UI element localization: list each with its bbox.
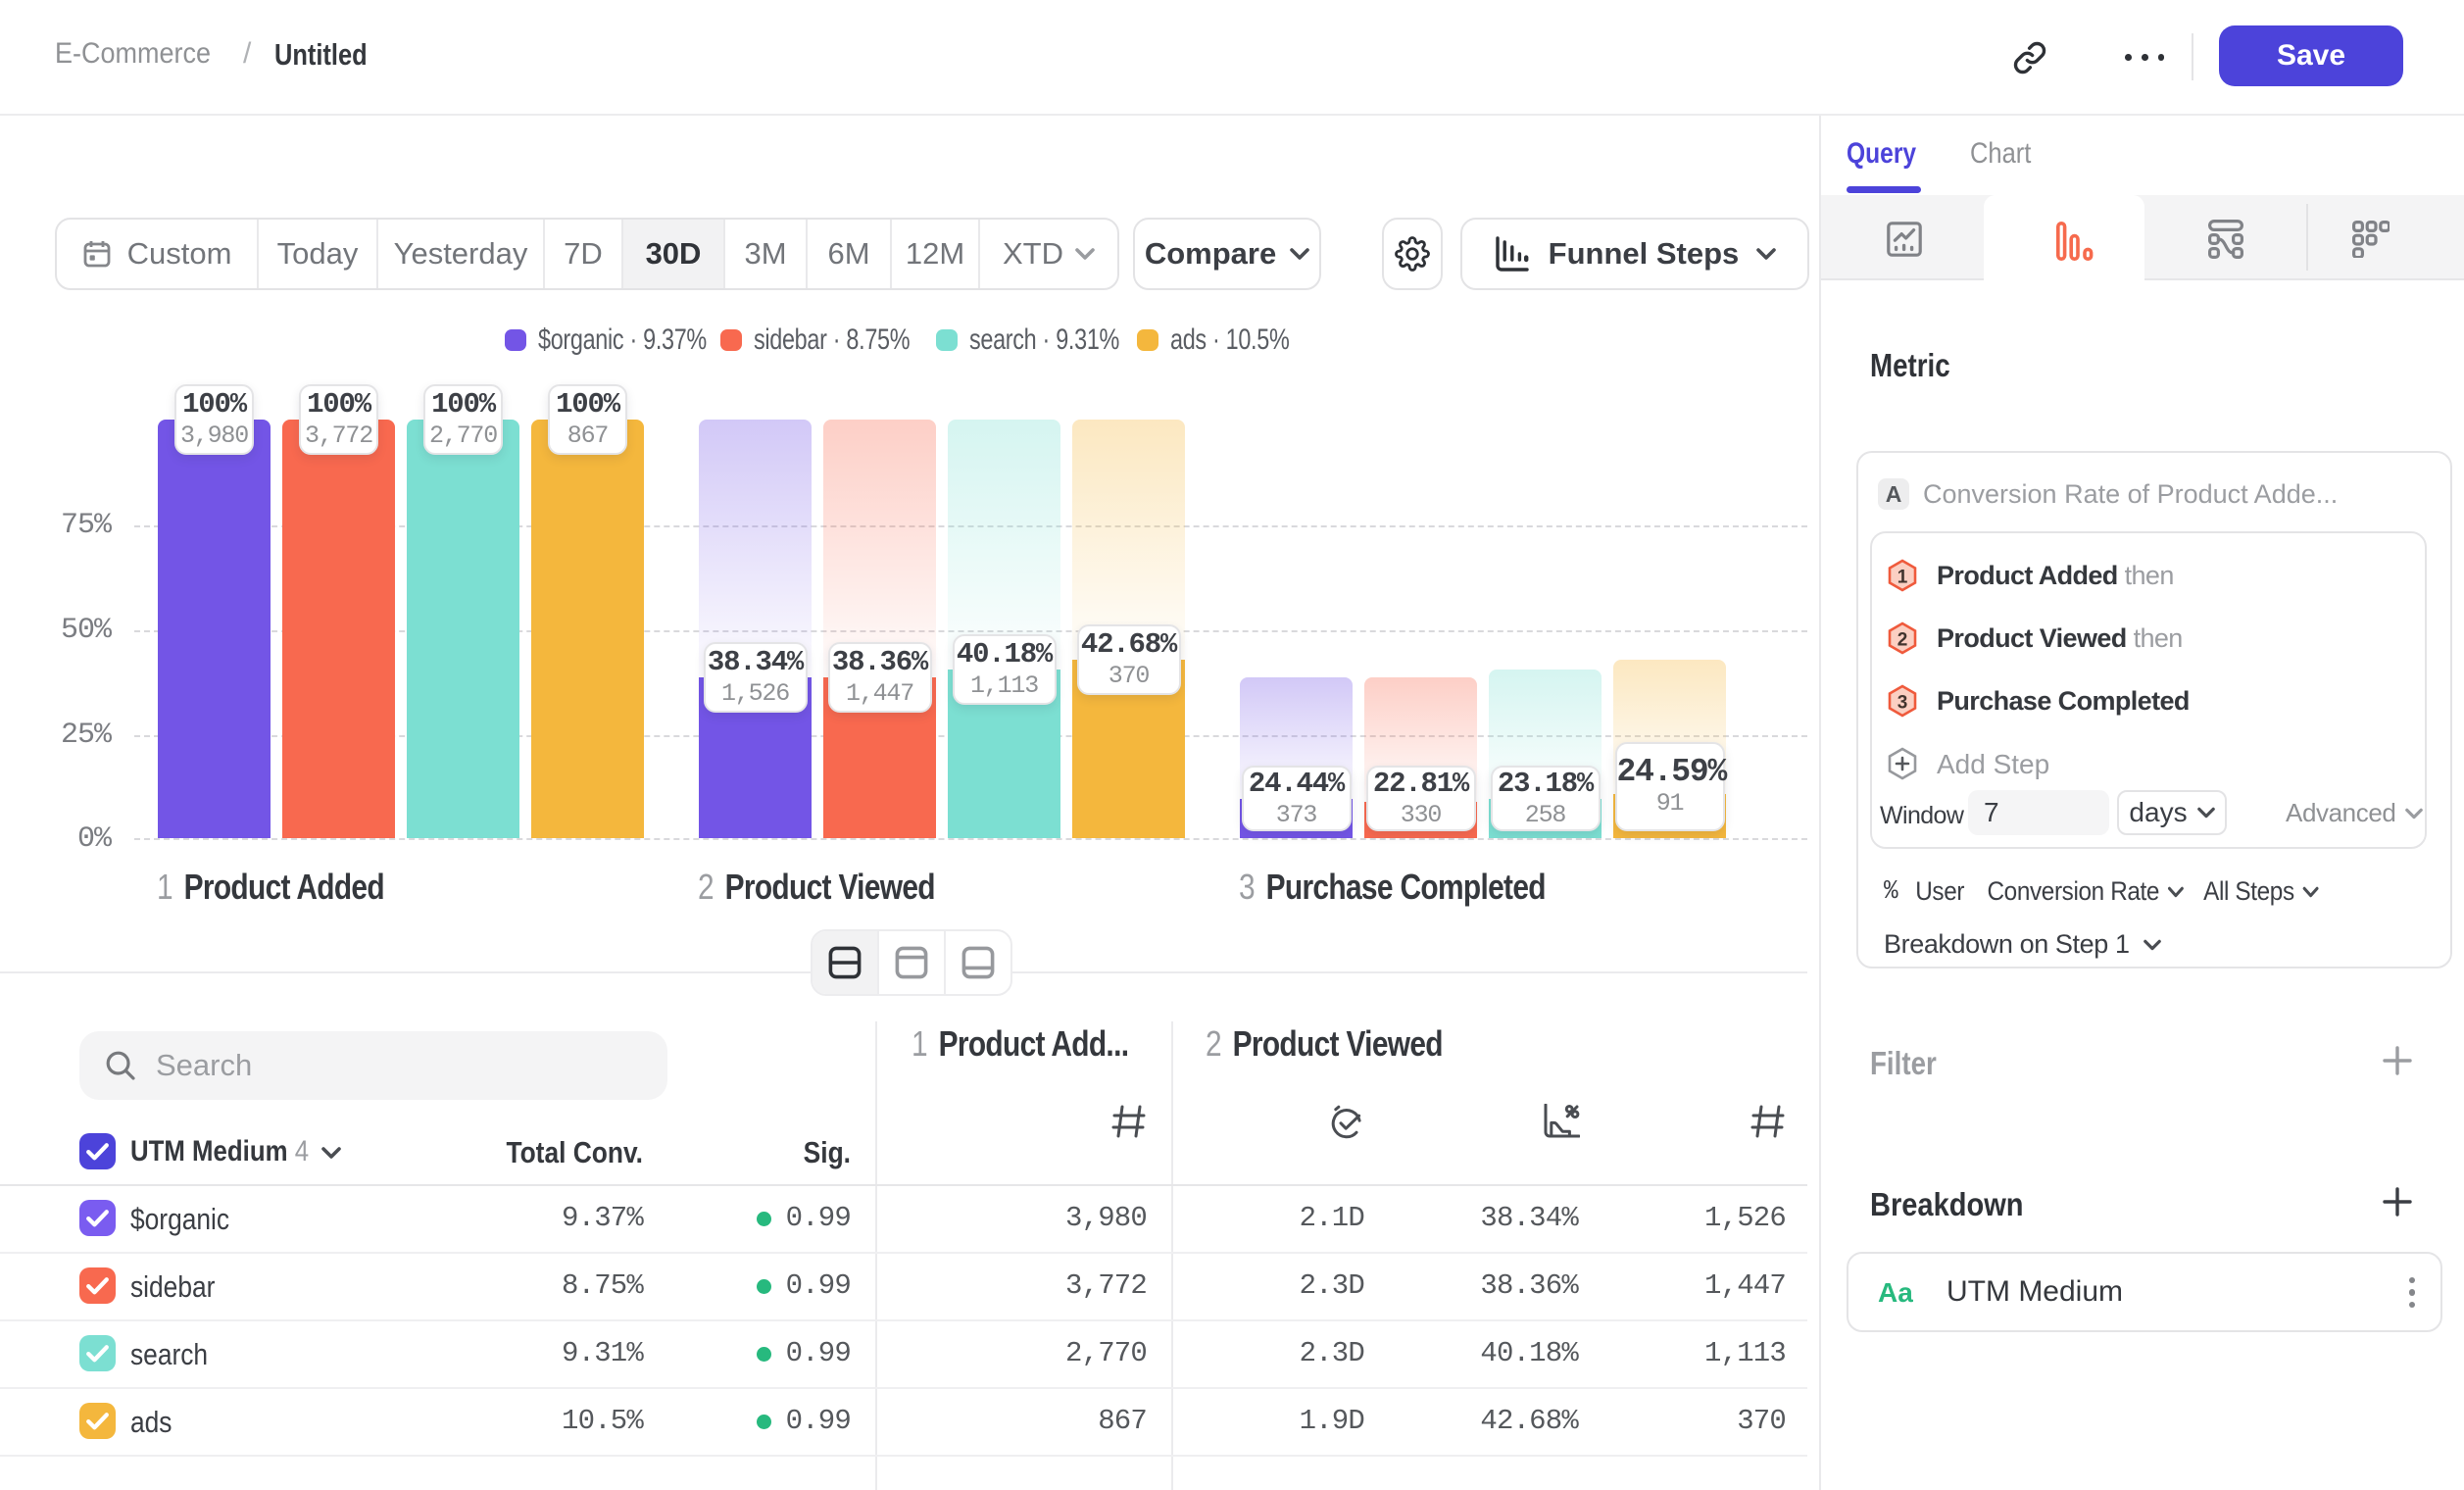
svg-text:2: 2 — [1897, 630, 1908, 651]
svg-text:3: 3 — [1897, 693, 1908, 714]
svg-text:1: 1 — [1897, 568, 1908, 588]
